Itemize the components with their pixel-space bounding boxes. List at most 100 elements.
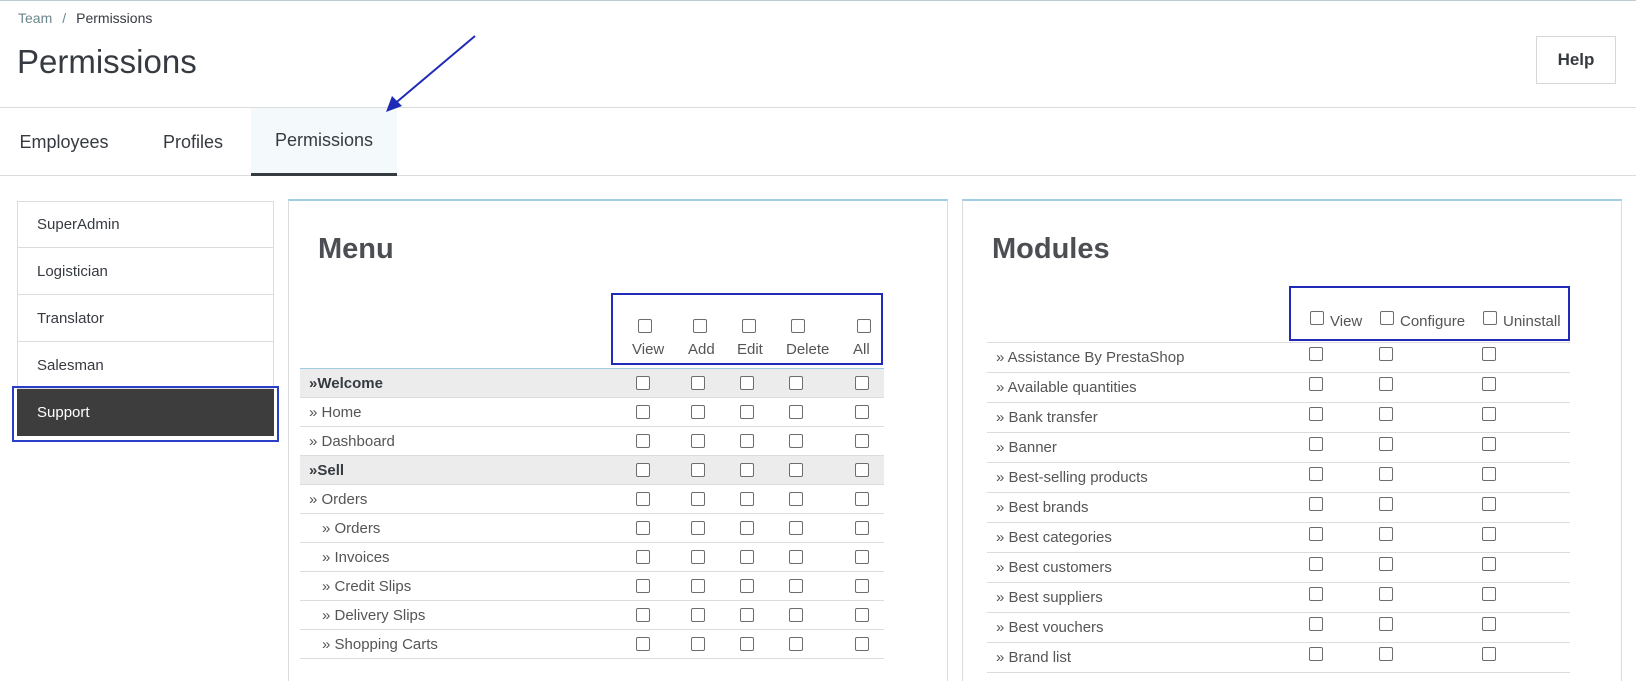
menu-row-checkbox-delete[interactable] <box>789 492 803 506</box>
modules-row-checkbox-view[interactable] <box>1309 497 1323 511</box>
modules-row-checkbox-uninstall[interactable] <box>1482 437 1496 451</box>
modules-row-checkbox-configure[interactable] <box>1379 557 1393 571</box>
modules-row-checkbox-configure[interactable] <box>1379 617 1393 631</box>
modules-row-checkbox-view[interactable] <box>1309 377 1323 391</box>
menu-row-checkbox-delete[interactable] <box>789 434 803 448</box>
menu-row-checkbox-view[interactable] <box>636 550 650 564</box>
menu-row-checkbox-view[interactable] <box>636 434 650 448</box>
modules-row-checkbox-view[interactable] <box>1309 647 1323 661</box>
modules-row-label: » Available quantities <box>996 379 1137 396</box>
menu-row-checkbox-view[interactable] <box>636 376 650 390</box>
menu-row-checkbox-all[interactable] <box>855 521 869 535</box>
menu-row-checkbox-delete[interactable] <box>789 550 803 564</box>
menu-row-checkbox-add[interactable] <box>691 463 705 477</box>
annotation-arrow-icon <box>386 35 476 112</box>
tab-employees[interactable]: Employees <box>0 108 128 176</box>
menu-row-checkbox-edit[interactable] <box>740 376 754 390</box>
breadcrumb-team-link[interactable]: Team <box>18 10 52 26</box>
menu-row-checkbox-add[interactable] <box>691 550 705 564</box>
modules-row-checkbox-uninstall[interactable] <box>1482 467 1496 481</box>
menu-row-checkbox-add[interactable] <box>691 637 705 651</box>
modules-row-checkbox-uninstall[interactable] <box>1482 407 1496 421</box>
menu-row-checkbox-edit[interactable] <box>740 550 754 564</box>
menu-row-checkbox-delete[interactable] <box>789 405 803 419</box>
menu-row-checkbox-all[interactable] <box>855 550 869 564</box>
menu-row-checkbox-delete[interactable] <box>789 579 803 593</box>
breadcrumb: Team / Permissions <box>18 10 152 26</box>
modules-row-checkbox-configure[interactable] <box>1379 527 1393 541</box>
menu-row-checkbox-all[interactable] <box>855 492 869 506</box>
modules-row-checkbox-uninstall[interactable] <box>1482 617 1496 631</box>
menu-row-checkbox-add[interactable] <box>691 608 705 622</box>
modules-panel-title: Modules <box>992 233 1110 265</box>
menu-row-checkbox-add[interactable] <box>691 434 705 448</box>
menu-row-checkbox-add[interactable] <box>691 405 705 419</box>
menu-row-checkbox-view[interactable] <box>636 579 650 593</box>
menu-row-checkbox-view[interactable] <box>636 608 650 622</box>
modules-row-checkbox-view[interactable] <box>1309 467 1323 481</box>
menu-row-checkbox-delete[interactable] <box>789 376 803 390</box>
help-button[interactable]: Help <box>1536 36 1616 84</box>
menu-row-checkbox-view[interactable] <box>636 521 650 535</box>
menu-row-checkbox-add[interactable] <box>691 376 705 390</box>
modules-row-label: » Best-selling products <box>996 469 1148 486</box>
modules-row-checkbox-configure[interactable] <box>1379 587 1393 601</box>
menu-row-checkbox-edit[interactable] <box>740 521 754 535</box>
menu-row-checkbox-edit[interactable] <box>740 463 754 477</box>
modules-row-checkbox-configure[interactable] <box>1379 497 1393 511</box>
modules-row-checkbox-uninstall[interactable] <box>1482 557 1496 571</box>
menu-row-checkbox-edit[interactable] <box>740 434 754 448</box>
modules-row-label: » Best customers <box>996 559 1112 576</box>
menu-row-checkbox-all[interactable] <box>855 637 869 651</box>
menu-row-checkbox-all[interactable] <box>855 608 869 622</box>
modules-row-checkbox-view[interactable] <box>1309 347 1323 361</box>
menu-row-checkbox-delete[interactable] <box>789 521 803 535</box>
menu-row-checkbox-all[interactable] <box>855 434 869 448</box>
menu-row-checkbox-edit[interactable] <box>740 492 754 506</box>
modules-row-checkbox-uninstall[interactable] <box>1482 377 1496 391</box>
menu-row-checkbox-edit[interactable] <box>740 637 754 651</box>
menu-row-checkbox-delete[interactable] <box>789 608 803 622</box>
menu-row-checkbox-all[interactable] <box>855 405 869 419</box>
modules-row-checkbox-view[interactable] <box>1309 527 1323 541</box>
menu-row-checkbox-edit[interactable] <box>740 608 754 622</box>
tab-profiles[interactable]: Profiles <box>133 108 253 176</box>
modules-row-checkbox-view[interactable] <box>1309 437 1323 451</box>
menu-row-checkbox-all[interactable] <box>855 579 869 593</box>
modules-row-checkbox-view[interactable] <box>1309 617 1323 631</box>
modules-row-checkbox-configure[interactable] <box>1379 377 1393 391</box>
tab-permissions[interactable]: Permissions <box>251 108 397 176</box>
modules-row-checkbox-configure[interactable] <box>1379 407 1393 421</box>
menu-row-checkbox-all[interactable] <box>855 463 869 477</box>
menu-row-checkbox-delete[interactable] <box>789 637 803 651</box>
menu-row-label: » Home <box>309 403 362 421</box>
menu-row-checkbox-add[interactable] <box>691 521 705 535</box>
modules-row-checkbox-view[interactable] <box>1309 557 1323 571</box>
profile-item-salesman[interactable]: Salesman <box>17 342 274 389</box>
modules-row-checkbox-uninstall[interactable] <box>1482 497 1496 511</box>
menu-row-checkbox-view[interactable] <box>636 405 650 419</box>
menu-row-checkbox-view[interactable] <box>636 492 650 506</box>
modules-row-checkbox-uninstall[interactable] <box>1482 647 1496 661</box>
menu-row-checkbox-edit[interactable] <box>740 405 754 419</box>
profile-item-superadmin[interactable]: SuperAdmin <box>17 201 274 248</box>
menu-row-checkbox-add[interactable] <box>691 579 705 593</box>
menu-row-checkbox-view[interactable] <box>636 637 650 651</box>
menu-row-checkbox-all[interactable] <box>855 376 869 390</box>
menu-row-checkbox-edit[interactable] <box>740 579 754 593</box>
profile-item-translator[interactable]: Translator <box>17 295 274 342</box>
modules-row-checkbox-uninstall[interactable] <box>1482 347 1496 361</box>
modules-row-checkbox-uninstall[interactable] <box>1482 587 1496 601</box>
modules-row-checkbox-view[interactable] <box>1309 587 1323 601</box>
modules-row-checkbox-view[interactable] <box>1309 407 1323 421</box>
page-header: Team / Permissions Permissions Help <box>0 0 1636 108</box>
modules-row-checkbox-uninstall[interactable] <box>1482 527 1496 541</box>
modules-row-checkbox-configure[interactable] <box>1379 437 1393 451</box>
modules-row-checkbox-configure[interactable] <box>1379 347 1393 361</box>
modules-row-checkbox-configure[interactable] <box>1379 647 1393 661</box>
modules-row-checkbox-configure[interactable] <box>1379 467 1393 481</box>
menu-row-checkbox-view[interactable] <box>636 463 650 477</box>
profile-item-logistician[interactable]: Logistician <box>17 248 274 295</box>
menu-row-checkbox-add[interactable] <box>691 492 705 506</box>
menu-row-checkbox-delete[interactable] <box>789 463 803 477</box>
